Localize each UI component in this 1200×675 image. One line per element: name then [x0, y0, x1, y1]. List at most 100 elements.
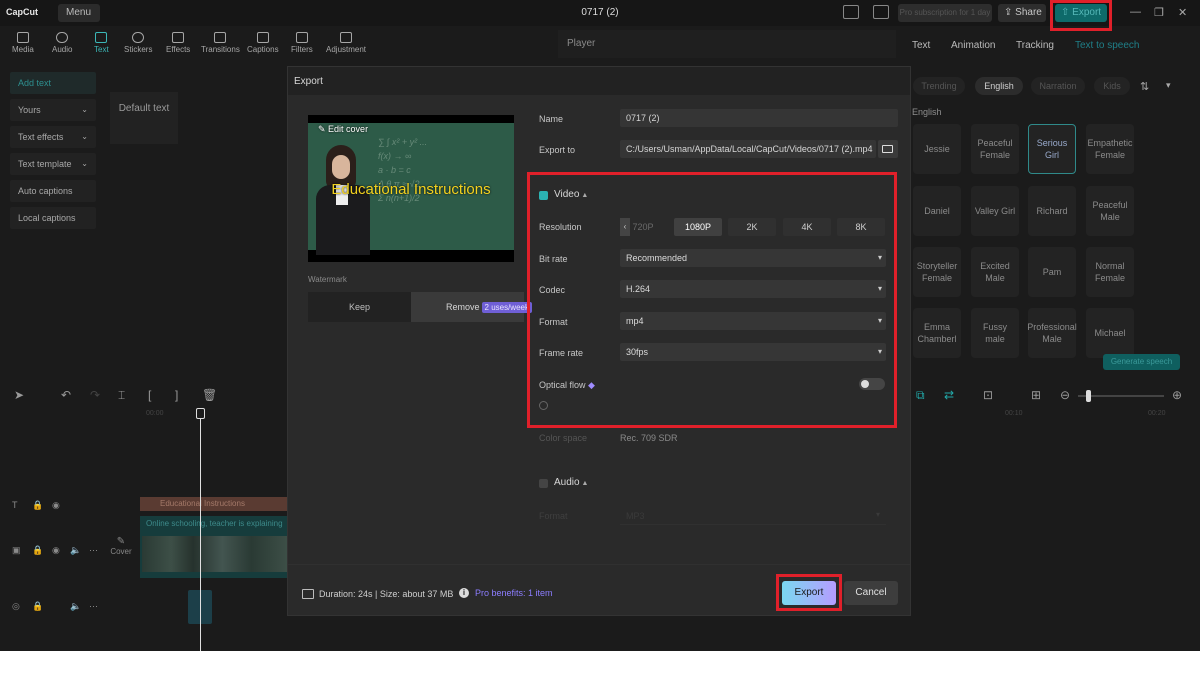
- left-item-add-text[interactable]: Add text: [10, 72, 96, 94]
- tab-text[interactable]: Text: [912, 40, 930, 51]
- cancel-button[interactable]: Cancel: [844, 581, 898, 605]
- edit-cover-button[interactable]: ✎ Edit cover: [318, 124, 368, 135]
- trim-left-icon[interactable]: [: [148, 388, 151, 402]
- browse-folder-button[interactable]: [878, 140, 898, 158]
- generate-speech-button[interactable]: Generate speech: [1103, 354, 1180, 370]
- minimize-icon[interactable]: —: [1130, 6, 1141, 18]
- preview-axis-icon[interactable]: ⊡: [983, 388, 993, 402]
- tab-tracking[interactable]: Tracking: [1016, 40, 1054, 51]
- voice-card[interactable]: Michael: [1086, 308, 1134, 358]
- tab-text-to-speech[interactable]: Text to speech: [1075, 40, 1139, 51]
- left-item-local-captions[interactable]: Local captions: [10, 207, 96, 229]
- close-icon[interactable]: ✕: [1178, 6, 1187, 19]
- select-cursor-icon[interactable]: ➤: [14, 388, 24, 402]
- voice-card[interactable]: Empathetic Female: [1086, 124, 1134, 174]
- playhead-handle[interactable]: [196, 408, 205, 419]
- info-icon[interactable]: i: [459, 588, 469, 598]
- voice-card[interactable]: Pam: [1028, 247, 1076, 297]
- video-clip[interactable]: Online schooling, teacher is explaining: [140, 516, 288, 578]
- zoom-in-icon[interactable]: ⊕: [1172, 388, 1182, 402]
- name-input[interactable]: 0717 (2): [620, 109, 898, 127]
- player-header: Player: [558, 30, 896, 58]
- left-item-label: Yours: [18, 105, 41, 115]
- left-item-text-effects[interactable]: Text effects ⌄: [10, 126, 96, 148]
- pro-promo-button[interactable]: Pro subscription for 1 day: [898, 4, 992, 22]
- left-item-auto-captions[interactable]: Auto captions: [10, 180, 96, 202]
- magnet-icon[interactable]: ⧉: [916, 388, 925, 403]
- tool-text[interactable]: Text: [94, 32, 109, 54]
- mute-icon[interactable]: 🔈: [70, 601, 81, 612]
- voice-card[interactable]: Richard: [1028, 186, 1076, 236]
- undo-icon[interactable]: ↶: [61, 388, 71, 402]
- tool-media[interactable]: Media: [12, 32, 34, 54]
- voice-card[interactable]: Valley Girl: [971, 186, 1019, 236]
- watermark-remove-button[interactable]: Remove 2 uses/week: [411, 292, 532, 322]
- tool-adjustment[interactable]: Adjustment: [326, 32, 366, 54]
- playhead[interactable]: [200, 408, 201, 651]
- watermark-keep-button[interactable]: Keep: [308, 292, 411, 322]
- split-icon[interactable]: ⌶: [118, 388, 125, 403]
- audio-section-label: Audio: [554, 477, 580, 488]
- tool-captions[interactable]: Captions: [247, 32, 279, 54]
- left-item-yours[interactable]: Yours ⌄: [10, 99, 96, 121]
- default-text-card[interactable]: Default text: [110, 92, 178, 144]
- voice-card[interactable]: Emma Chamberl: [913, 308, 961, 358]
- audio-section-title[interactable]: Audio ▲: [554, 477, 588, 488]
- eye-icon[interactable]: ◉: [52, 500, 60, 511]
- lock-icon[interactable]: 🔒: [32, 500, 43, 511]
- eye-icon[interactable]: ◉: [52, 545, 60, 556]
- pro-benefits-link[interactable]: Pro benefits: 1 item: [475, 588, 553, 598]
- cover-preview[interactable]: ∑ ∫ x² + y² ... f(x) → ∞ a · b = cΔ θ π ≈ …: [308, 115, 514, 262]
- tool-audio[interactable]: Audio: [52, 32, 72, 54]
- menu-button[interactable]: Menu: [58, 4, 100, 22]
- voice-card[interactable]: Peaceful Female: [971, 124, 1019, 174]
- delete-icon[interactable]: 🗑: [202, 388, 217, 402]
- dialog-title: Export: [294, 76, 323, 87]
- more-icon[interactable]: ⋯: [89, 545, 98, 556]
- chevron-down-icon: ⌄: [81, 105, 88, 114]
- restore-icon[interactable]: ❐: [1154, 6, 1164, 19]
- trim-right-icon[interactable]: ]: [175, 388, 178, 402]
- text-clip[interactable]: Educational Instructions: [140, 497, 288, 511]
- export-path-input[interactable]: C:/Users/Usman/AppData/Local/CapCut/Vide…: [620, 140, 876, 158]
- voice-card[interactable]: Daniel: [913, 186, 961, 236]
- layout-icon[interactable]: [843, 5, 859, 19]
- voice-card-selected[interactable]: Serious Girl: [1028, 124, 1076, 174]
- sort-icon[interactable]: ⇅: [1140, 80, 1149, 93]
- snapshot-icon[interactable]: ⊞: [1031, 388, 1041, 402]
- lock-icon[interactable]: 🔒: [32, 545, 43, 556]
- left-item-label: Text template: [18, 159, 72, 169]
- chevron-down-icon[interactable]: ▾: [1166, 80, 1171, 91]
- tool-filters[interactable]: Filters: [291, 32, 313, 54]
- audio-checkbox[interactable]: [539, 479, 548, 488]
- tool-stickers[interactable]: Stickers: [124, 32, 152, 54]
- cover-button[interactable]: ✎ Cover: [106, 536, 136, 562]
- mute-icon[interactable]: 🔈: [70, 545, 81, 556]
- audio-format-select[interactable]: MP3: [620, 507, 886, 525]
- voice-card[interactable]: Jessie: [913, 124, 961, 174]
- voice-card[interactable]: Professional Male: [1027, 308, 1077, 358]
- link-icon[interactable]: ⇄: [944, 388, 954, 402]
- zoom-out-icon[interactable]: ⊖: [1060, 388, 1070, 402]
- lock-icon[interactable]: 🔒: [32, 601, 43, 612]
- voice-card[interactable]: Peaceful Male: [1086, 186, 1134, 236]
- tool-transitions[interactable]: Transitions: [201, 32, 240, 54]
- voice-card[interactable]: Storyteller Female: [913, 247, 961, 297]
- text-left-panel: Add text Yours ⌄ Text effects ⌄ Text templ…: [10, 72, 96, 234]
- voice-card[interactable]: Normal Female: [1086, 247, 1134, 297]
- tab-animation[interactable]: Animation: [951, 40, 995, 51]
- shortcuts-icon[interactable]: [873, 5, 889, 19]
- filter-english[interactable]: English: [975, 77, 1023, 95]
- more-icon[interactable]: ⋯: [89, 601, 98, 612]
- left-item-text-template[interactable]: Text template ⌄: [10, 153, 96, 175]
- filter-narration[interactable]: Narration: [1031, 77, 1085, 95]
- voice-card[interactable]: Excited Male: [971, 247, 1019, 297]
- filter-trending[interactable]: Trending: [913, 77, 965, 95]
- share-button[interactable]: ⇪ Share: [998, 4, 1046, 22]
- redo-icon[interactable]: ↷: [90, 388, 100, 402]
- transitions-icon: [214, 32, 227, 43]
- zoom-slider-handle[interactable]: [1086, 390, 1091, 402]
- tool-effects[interactable]: Effects: [166, 32, 190, 54]
- filter-kids[interactable]: Kids: [1094, 77, 1130, 95]
- voice-card[interactable]: Fussy male: [971, 308, 1019, 358]
